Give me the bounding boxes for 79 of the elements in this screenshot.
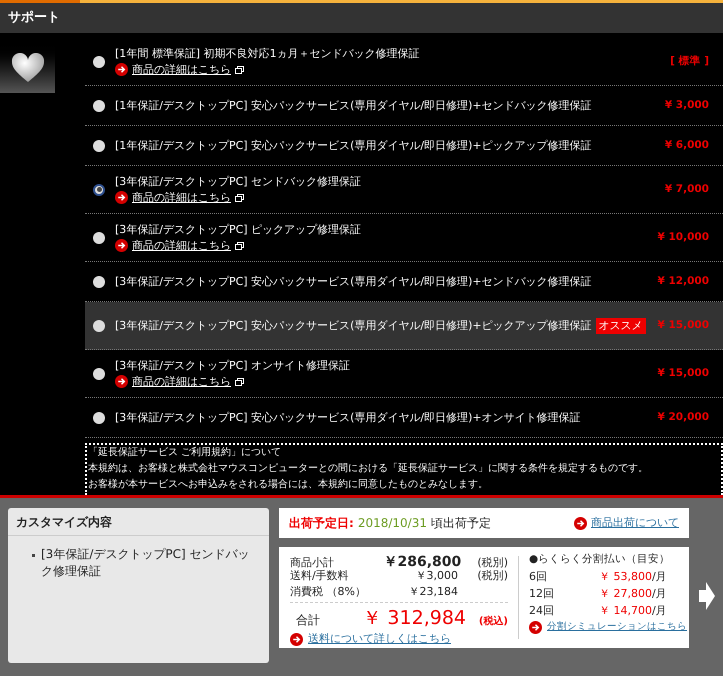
- terms-text: 本規約は、お客様と株式会社マウスコンピューターとの間における「延長保証サービス」に関する条件を規定するものです。: [88, 462, 649, 476]
- total-label: 消費税 （8%）: [290, 584, 367, 600]
- heart-icon: [10, 53, 44, 83]
- radio-button[interactable]: [93, 412, 105, 424]
- bullet-icon: [32, 554, 35, 557]
- terms-text: お客様が本サービスへお申込みをされる場合には、本規約に同意したものとみなします。: [88, 478, 489, 492]
- option-row[interactable]: [3年保証/デスクトップPC] 安心パックサービス(専用ダイヤル/即日修理)+ピックアップ修理保証 オススメ ¥ 15,000: [85, 302, 723, 350]
- total-value: ￥3,000: [414, 568, 458, 584]
- terms-text: 「延長保証サービス ご利用規約」について: [88, 446, 282, 460]
- details-link[interactable]: 商品の詳細はこちら: [132, 238, 231, 254]
- new-window-icon: [235, 378, 244, 386]
- option-price: ¥ 6,000: [664, 138, 709, 153]
- customize-title: カスタマイズ内容: [8, 508, 269, 536]
- installment-link[interactable]: 分割シミュレーションはこちら: [547, 620, 687, 634]
- option-price: ¥ 20,000: [658, 410, 709, 425]
- grand-total-label: 合計: [295, 612, 321, 629]
- option-label: [1年保証/デスクトップPC] 安心パックサービス(専用ダイヤル/即日修理)+センドバック修理保証: [115, 98, 592, 112]
- radio-button[interactable]: [93, 184, 105, 196]
- option-label: [3年保証/デスクトップPC] センドバック修理保証: [115, 174, 362, 188]
- shipping-fee-link[interactable]: 送料について詳しくはこちら: [308, 631, 451, 648]
- arrow-right-icon: [115, 191, 128, 204]
- arrow-right-icon: [529, 620, 542, 634]
- total-value: ￥286,800: [383, 553, 462, 570]
- option-label: [1年間 標準保証] 初期不良対応1ヵ月＋センドバック修理保証: [115, 46, 420, 60]
- option-price: [ 標準 ]: [670, 54, 709, 69]
- radio-button[interactable]: [93, 56, 105, 68]
- details-link[interactable]: 商品の詳細はこちら: [132, 190, 231, 206]
- shipping-text: 頃出荷予定: [430, 515, 491, 532]
- radio-button[interactable]: [93, 232, 105, 244]
- shipping-label: 出荷予定日:: [289, 515, 354, 532]
- tax-note: (税別): [477, 556, 508, 569]
- total-value: ￥23,184: [408, 584, 458, 600]
- installment-count: 12回: [529, 586, 555, 602]
- arrow-right-icon: [115, 63, 128, 76]
- installment-amount: ￥ 27,800: [599, 586, 652, 602]
- option-label: [1年保証/デスクトップPC] 安心パックサービス(専用ダイヤル/即日修理)+ピックアップ修理保証: [115, 138, 592, 152]
- radio-button[interactable]: [93, 140, 105, 152]
- radio-button[interactable]: [93, 276, 105, 288]
- tax-note: (税別): [477, 569, 508, 582]
- radio-button[interactable]: [93, 320, 105, 332]
- installment-amount: ￥ 53,800: [599, 569, 652, 586]
- tax-note: (税込): [478, 614, 508, 629]
- new-window-icon: [235, 66, 244, 74]
- option-label: [3年保証/デスクトップPC] オンサイト修理保証: [115, 358, 350, 372]
- section-title: サポート: [8, 9, 60, 28]
- total-label: 送料/手数料: [290, 568, 350, 584]
- next-arrow-icon[interactable]: [699, 582, 715, 610]
- installment-unit: /月: [652, 603, 667, 620]
- arrow-right-icon: [574, 516, 587, 530]
- option-label: [3年保証/デスクトップPC] ピックアップ修理保証: [115, 222, 362, 236]
- installment-title: ●らくらく分割払い（目安）: [529, 552, 672, 567]
- shipping-date: 2018/10/31: [358, 515, 427, 532]
- option-label: [3年保証/デスクトップPC] 安心パックサービス(専用ダイヤル/即日修理)+ピックアップ修理保証: [115, 318, 592, 332]
- option-price: ¥ 15,000: [658, 366, 709, 381]
- option-price: ¥ 10,000: [658, 230, 709, 245]
- installment-unit: /月: [652, 569, 667, 586]
- total-label: 商品小計: [290, 555, 335, 570]
- option-price: ¥ 12,000: [658, 274, 709, 289]
- customize-item: [3年保証/デスクトップPC] センドバック修理保証: [41, 546, 250, 580]
- option-price: ¥ 7,000: [664, 182, 709, 197]
- installment-count: 6回: [529, 569, 548, 586]
- new-window-icon: [235, 242, 244, 250]
- option-price: ¥ 3,000: [664, 98, 709, 113]
- grand-total-value: ￥ 312,984: [361, 606, 466, 631]
- installment-unit: /月: [652, 586, 667, 602]
- arrow-right-icon: [115, 375, 128, 388]
- shipping-link[interactable]: 商品出荷について: [591, 514, 679, 532]
- arrow-right-icon: [115, 239, 128, 252]
- option-label: [3年保証/デスクトップPC] 安心パックサービス(専用ダイヤル/即日修理)+センドバック修理保証: [115, 274, 592, 288]
- details-link[interactable]: 商品の詳細はこちら: [132, 62, 231, 78]
- new-window-icon: [235, 194, 244, 202]
- installment-count: 24回: [529, 603, 555, 620]
- installment-amount: ￥ 14,700: [599, 603, 652, 620]
- option-price: ¥ 15,000: [658, 318, 709, 333]
- details-link[interactable]: 商品の詳細はこちら: [132, 374, 231, 390]
- option-label: [3年保証/デスクトップPC] 安心パックサービス(専用ダイヤル/即日修理)+オンサイト修理保証: [115, 410, 581, 424]
- radio-button[interactable]: [93, 100, 105, 112]
- radio-button[interactable]: [93, 368, 105, 380]
- recommend-badge: オススメ: [596, 318, 646, 334]
